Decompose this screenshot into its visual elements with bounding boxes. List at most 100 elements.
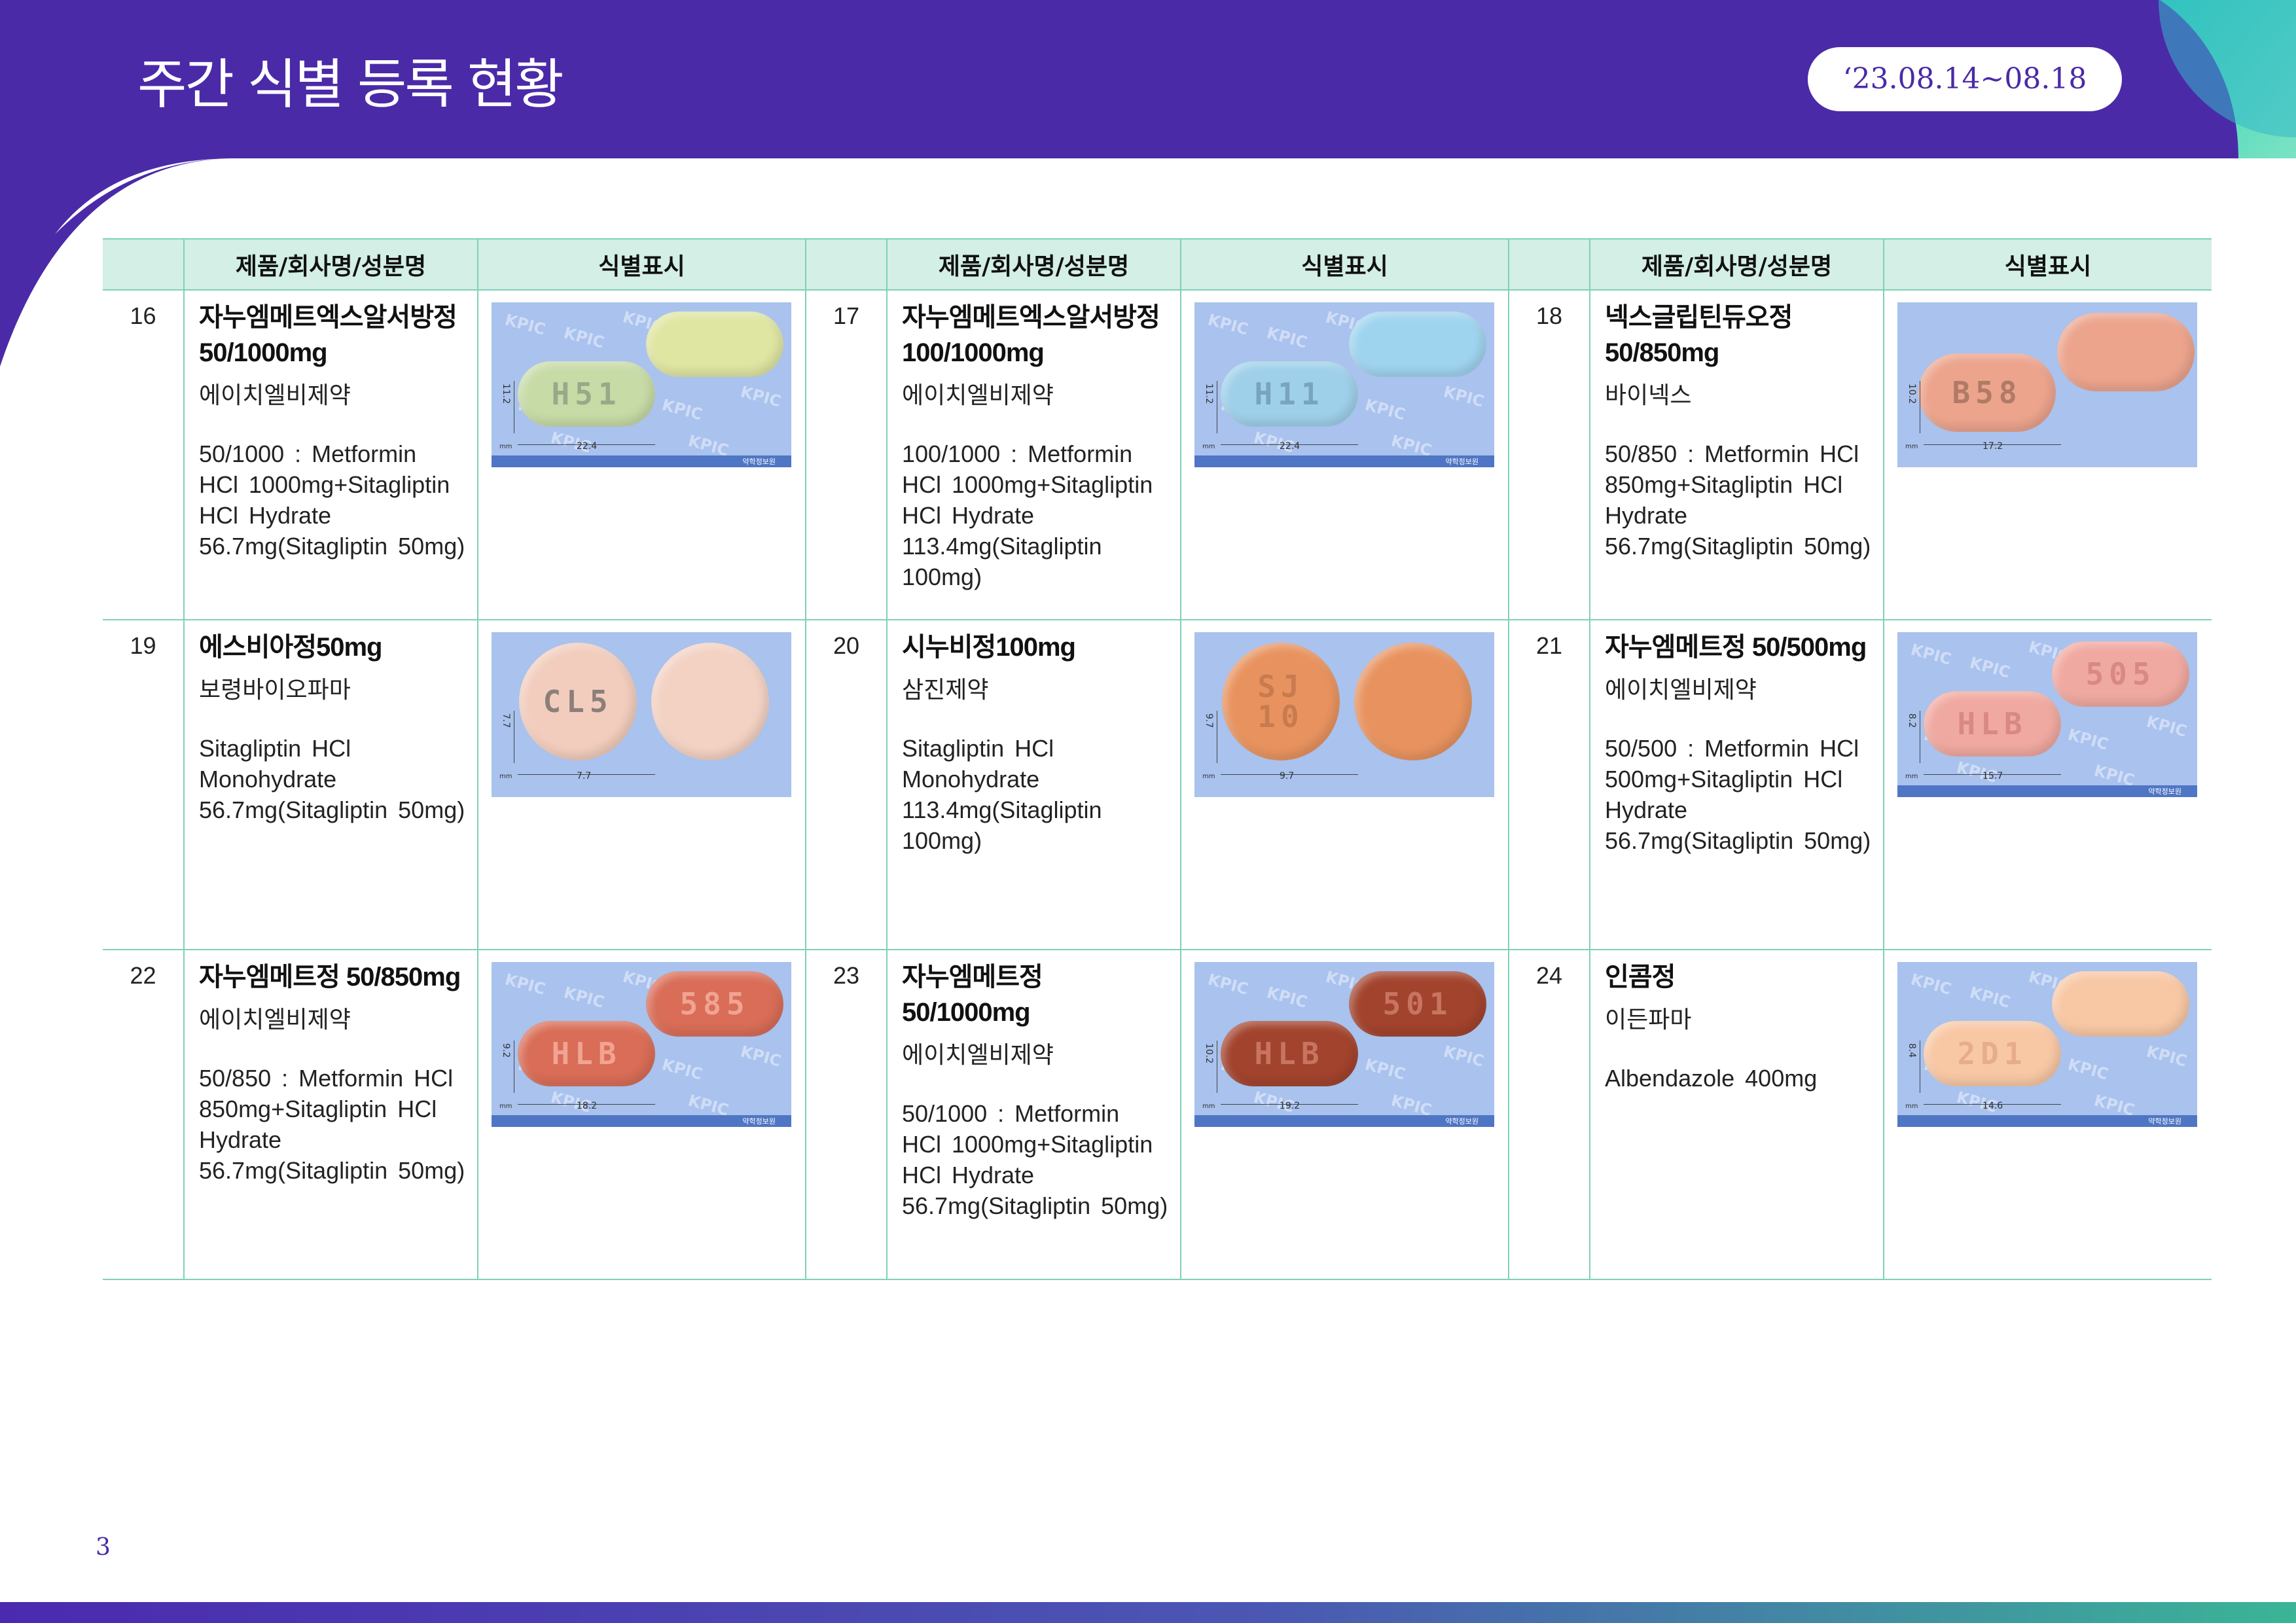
width-label: 14.6: [1982, 1101, 2003, 1111]
table-header-row: 제품/회사명/성분명 식별표시 제품/회사명/성분명 식별표시 제품/회사명/성…: [103, 238, 2212, 291]
height-label: 10.2: [1907, 383, 1917, 404]
pill-oblong: HLB: [1924, 691, 2061, 757]
watermark-text: KPIC: [2144, 1042, 2189, 1071]
height-label: 11.2: [1204, 383, 1214, 404]
identification-cell: KPICKPICKPICKPICKPICKPICKPICKPICKPICKPIC…: [1884, 620, 2212, 950]
product-name: 에스비아정50mg: [199, 633, 383, 662]
product-name: 인콤정: [1605, 963, 1676, 991]
header-no-cell: [103, 238, 185, 291]
item-number: 17: [806, 290, 888, 620]
company-name: 에이치엘비제약: [1605, 676, 1757, 703]
pill-oval: [2057, 313, 2195, 391]
table-row: 22 자누엠메트정 50/850mg 에이치엘비제약 50/850 : Metform…: [103, 950, 2212, 1280]
brand-label: 약학정보원: [1445, 457, 1479, 466]
pill-photo: B58 10.2 17.2 mm: [1897, 302, 2197, 467]
ingredient-text: Albendazole 400mg: [1605, 1065, 1818, 1092]
product-name: 자누엠메트엑스알서방정 50/1000mg: [199, 303, 457, 367]
pill-oblong: HLB: [518, 1021, 655, 1086]
mm-unit-label: mm: [1202, 773, 1215, 780]
product-name: 자누엠메트엑스알서방정 100/1000mg: [902, 303, 1160, 367]
pill-photo: KPICKPICKPICKPICKPICKPICKPICKPICKPICKPIC…: [492, 962, 791, 1127]
pill-imprint: 501: [1382, 986, 1453, 1022]
mm-unit-label: mm: [1202, 443, 1215, 450]
watermark-text: KPIC: [562, 983, 607, 1012]
watermark-text: KPIC: [503, 970, 548, 999]
watermark-text: KPIC: [1441, 1042, 1486, 1071]
brand-strip: 약학정보원: [1194, 1115, 1494, 1127]
identification-cell: KPICKPICKPICKPICKPICKPICKPICKPICKPICKPIC…: [1884, 950, 2212, 1280]
date-range-badge: ‘23.08.14~08.18: [1808, 47, 2122, 111]
watermark-text: KPIC: [2144, 712, 2189, 741]
brand-label: 약학정보원: [2148, 787, 2181, 796]
height-label: 11.2: [501, 383, 511, 404]
pill-oblong: [1349, 312, 1486, 377]
mm-unit-label: mm: [1905, 443, 1918, 450]
product-info-cell: 자누엠메트엑스알서방정 50/1000mg 에이치엘비제약 50/1000 : Me…: [184, 290, 478, 620]
product-info-cell: 자누엠메트엑스알서방정 100/1000mg 에이치엘비제약 100/1000 : …: [887, 290, 1181, 620]
watermark-text: KPIC: [738, 382, 783, 411]
item-number: 16: [103, 290, 185, 620]
header-product-cell: 제품/회사명/성분명: [1590, 238, 1884, 291]
pill-photo: KPICKPICKPICKPICKPICKPICKPICKPICKPICKPIC…: [492, 302, 791, 467]
mm-unit-label: mm: [499, 1103, 512, 1110]
product-info-cell: 자누엠메트정 50/500mg 에이치엘비제약 50/500 : Metformin…: [1590, 620, 1884, 950]
item-number: 19: [103, 620, 185, 950]
header-identification-cell: 식별표시: [1884, 238, 2212, 291]
header-no-cell: [806, 238, 888, 291]
header-no-cell: [1509, 238, 1590, 291]
product-name: 시누비정100mg: [902, 633, 1076, 662]
mm-unit-label: mm: [499, 773, 512, 780]
pill-imprint: H51: [551, 376, 622, 412]
mm-unit-label: mm: [1202, 1103, 1215, 1110]
pill-oval: B58: [1918, 353, 2056, 432]
pill-photo: SJ 10 9.7 9.7 mm: [1194, 632, 1494, 797]
header-product-cell: 제품/회사명/성분명: [887, 238, 1181, 291]
pill-oblong: 501: [1349, 971, 1486, 1037]
header-identification-cell: 식별표시: [478, 238, 806, 291]
identification-cell: SJ 10 9.7 9.7 mm: [1181, 620, 1509, 950]
identification-cell: CL5 7.7 7.7 mm: [478, 620, 806, 950]
width-label: 15.7: [1982, 771, 2003, 781]
watermark-text: KPIC: [1441, 382, 1486, 411]
watermark-text: KPIC: [1206, 970, 1251, 999]
pill-imprint: HLB: [551, 1036, 622, 1071]
width-label: 22.4: [577, 441, 598, 452]
brand-strip: 약학정보원: [1194, 455, 1494, 467]
pill-round: SJ 10: [1222, 643, 1340, 760]
product-info-cell: 자누엠메트정 50/850mg 에이치엘비제약 50/850 : Metformin…: [184, 950, 478, 1280]
header-product-cell: 제품/회사명/성분명: [184, 238, 478, 291]
brand-label: 약학정보원: [742, 1117, 776, 1126]
pill-oblong: [2052, 971, 2189, 1037]
pill-photo: KPICKPICKPICKPICKPICKPICKPICKPICKPICKPIC…: [1194, 962, 1494, 1127]
identification-cell: KPICKPICKPICKPICKPICKPICKPICKPICKPICKPIC…: [1181, 290, 1509, 620]
item-number: 18: [1509, 290, 1590, 620]
width-label: 19.2: [1280, 1101, 1300, 1111]
mm-unit-label: mm: [499, 443, 512, 450]
product-info-cell: 에스비아정50mg 보령바이오파마 Sitagliptin HCl Monohydr…: [184, 620, 478, 950]
watermark-text: KPIC: [2066, 725, 2111, 754]
pill-imprint: B58: [1952, 375, 2022, 410]
watermark-text: KPIC: [738, 1042, 783, 1071]
item-number: 22: [103, 950, 185, 1280]
watermark-text: KPIC: [1265, 983, 1310, 1012]
product-name: 자누엠메트정 50/1000mg: [902, 963, 1043, 1027]
pill-oblong: H11: [1221, 361, 1358, 427]
pill-imprint: HLB: [1957, 706, 2028, 741]
item-number: 20: [806, 620, 888, 950]
table-body: 16 자누엠메트엑스알서방정 50/1000mg 에이치엘비제약 50/1000 : …: [103, 290, 2212, 1280]
product-name: 자누엠메트정 50/500mg: [1605, 633, 1867, 662]
pill-photo: KPICKPICKPICKPICKPICKPICKPICKPICKPICKPIC…: [1194, 302, 1494, 467]
watermark-text: KPIC: [1967, 653, 2013, 682]
brand-label: 약학정보원: [742, 457, 776, 466]
pill-round: [1354, 643, 1472, 760]
watermark-text: KPIC: [503, 310, 548, 339]
ingredient-text: 50/1000 : Metformin HCl 1000mg+Sitaglipt…: [902, 1100, 1168, 1219]
watermark-text: KPIC: [1265, 323, 1310, 352]
page-title: 주간 식별 등록 현황: [137, 54, 564, 116]
watermark-text: KPIC: [660, 395, 705, 424]
pill-oblong: 505: [2052, 641, 2189, 707]
product-info-cell: 시누비정100mg 삼진제약 Sitagliptin HCl Monohydrate…: [887, 620, 1181, 950]
mm-unit-label: mm: [1905, 1103, 1918, 1110]
pill-oblong: 585: [646, 971, 783, 1037]
height-label: 10.2: [1204, 1043, 1214, 1064]
